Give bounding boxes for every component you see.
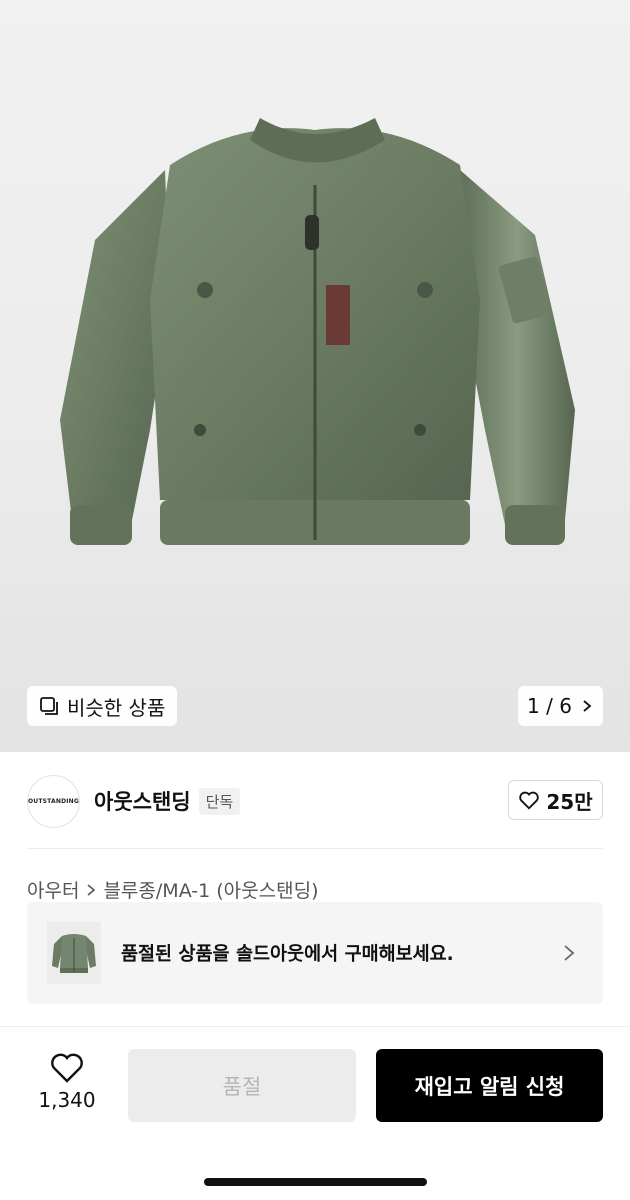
soldout-button: 품절 xyxy=(128,1049,356,1122)
chevron-right-icon xyxy=(583,700,592,712)
divider xyxy=(27,848,603,849)
wishlist-button[interactable]: 1,340 xyxy=(27,1050,107,1112)
bomber-jacket-image xyxy=(60,118,575,545)
pager-text: 1 / 6 xyxy=(527,694,572,718)
brand-like-count: 25만 xyxy=(546,789,593,814)
similar-items-icon xyxy=(40,697,58,715)
jacket-thumbnail-icon xyxy=(52,934,96,973)
brand-logo-text: OUTSTANDING xyxy=(27,797,80,805)
brand-like-button[interactable]: 25만 xyxy=(508,780,603,820)
image-pager[interactable]: 1 / 6 xyxy=(518,686,603,726)
breadcrumb-category[interactable]: 아우터 xyxy=(27,876,79,903)
exclusive-badge: 단독 xyxy=(198,787,241,815)
similar-products-button[interactable]: 비슷한 상품 xyxy=(27,686,177,726)
breadcrumb-subcategory[interactable]: 블루종/MA-1 (아웃스탠딩) xyxy=(103,876,318,903)
similar-products-label: 비슷한 상품 xyxy=(67,695,166,720)
brand-logo[interactable]: OUTSTANDING xyxy=(27,774,80,828)
chevron-right-icon xyxy=(564,945,575,961)
heart-icon xyxy=(519,791,540,810)
soldout-banner-text: 품절된 상품을 솔드아웃에서 구매해보세요. xyxy=(121,944,454,965)
product-image-carousel[interactable]: 비슷한 상품 1 / 6 xyxy=(0,0,630,752)
bottom-bar-divider xyxy=(0,1026,630,1027)
brand-name[interactable]: 아웃스탠딩 xyxy=(94,786,191,816)
soldout-banner[interactable]: 품절된 상품을 솔드아웃에서 구매해보세요. xyxy=(27,902,603,1004)
brand-row: OUTSTANDING 아웃스탠딩 단독 25만 xyxy=(27,774,603,828)
restock-alert-button[interactable]: 재입고 알림 신청 xyxy=(376,1049,603,1122)
home-indicator[interactable] xyxy=(204,1178,427,1186)
chevron-right-icon xyxy=(87,883,96,896)
heart-icon xyxy=(51,1053,83,1083)
product-thumbnail xyxy=(47,922,101,984)
breadcrumb: 아우터 블루종/MA-1 (아웃스탠딩) xyxy=(27,876,318,903)
wishlist-count: 1,340 xyxy=(38,1088,96,1112)
soldout-label: 품절 xyxy=(222,1074,262,1099)
restock-alert-label: 재입고 알림 신청 xyxy=(414,1074,565,1099)
